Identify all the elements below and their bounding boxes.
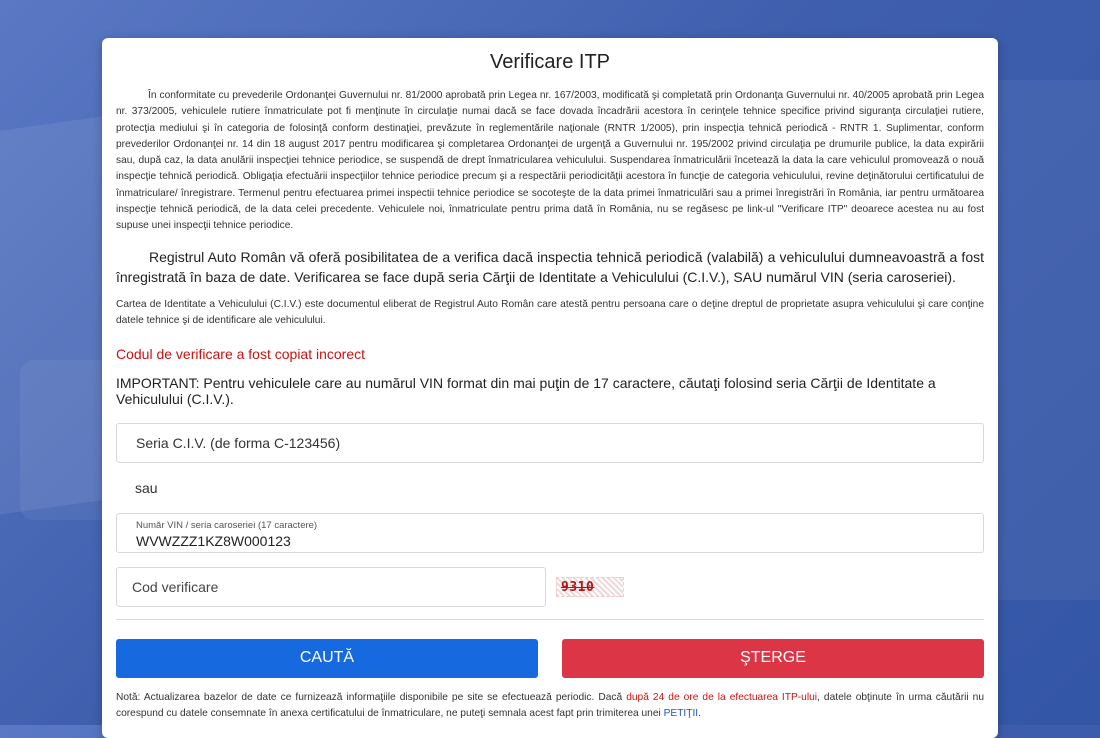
legal-intro-text: În conformitate cu prevederile Ordonanţe…	[116, 90, 984, 232]
vin-input[interactable]: Număr VIN / seria caroseriei (17 caracte…	[116, 512, 984, 553]
note-highlight: după 24 de ore de la efectuarea ITP-ului	[626, 691, 818, 703]
verification-code-row: Cod verificare 9310	[116, 566, 984, 607]
petition-link[interactable]: PETIŢII	[664, 708, 699, 719]
divider	[116, 618, 984, 620]
error-message: Codul de verificare a fost copiat incore…	[116, 345, 366, 362]
captcha-text: 9310	[561, 579, 595, 595]
or-separator: sau	[135, 479, 158, 496]
captcha-image: 9310	[556, 576, 624, 597]
vin-field-label: Număr VIN / seria caroseriei (17 caracte…	[136, 519, 318, 531]
clear-button[interactable]: ŞTERGE	[562, 638, 984, 678]
important-notice: IMPORTANT: Pentru vehiculele care au num…	[116, 374, 936, 407]
update-note: Notă: Actualizarea bazelor de date ce fu…	[116, 690, 984, 722]
note-suffix: .	[698, 707, 701, 719]
civ-series-input[interactable]: Seria C.I.V. (de forma C-123456)	[116, 422, 984, 463]
service-description: Registrul Auto Român vă oferă posibilita…	[116, 248, 984, 285]
verification-card: Verificare ITP În conformitate cu preved…	[102, 38, 998, 738]
verification-code-placeholder: Cod verificare	[132, 578, 219, 595]
vin-field-value: WVWZZZ1KZ8W000123	[136, 532, 291, 549]
page-title: Verificare ITP	[489, 51, 611, 73]
action-buttons: CAUTĂ ŞTERGE	[116, 638, 984, 678]
search-button[interactable]: CAUTĂ	[116, 638, 538, 678]
civ-series-placeholder: Seria C.I.V. (de forma C-123456)	[136, 434, 341, 451]
civ-description: Cartea de Identitate a Vehiculului (C.I.…	[116, 298, 984, 326]
note-prefix: Notă: Actualizarea bazelor de date ce fu…	[116, 691, 627, 703]
verification-code-input[interactable]: Cod verificare	[116, 566, 546, 607]
